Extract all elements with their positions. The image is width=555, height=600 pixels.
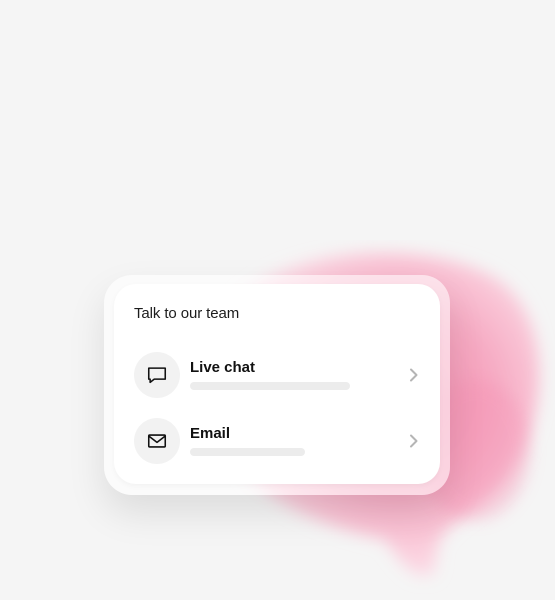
chevron-right-icon: [406, 433, 422, 449]
mail-icon: [147, 434, 167, 448]
chat-bubble-icon: [147, 367, 167, 384]
contact-card: Talk to our team Live chat Email: [114, 284, 440, 484]
chat-icon-container: [134, 352, 180, 398]
email-label: Email: [190, 425, 231, 442]
email-placeholder-line: [190, 448, 305, 456]
live-chat-placeholder-line: [190, 382, 350, 390]
card-title: Talk to our team: [134, 305, 240, 322]
email-option[interactable]: Email: [134, 418, 424, 466]
mail-icon-container: [134, 418, 180, 464]
live-chat-option[interactable]: Live chat: [134, 352, 424, 400]
chevron-right-icon: [406, 367, 422, 383]
live-chat-label: Live chat: [190, 359, 256, 376]
